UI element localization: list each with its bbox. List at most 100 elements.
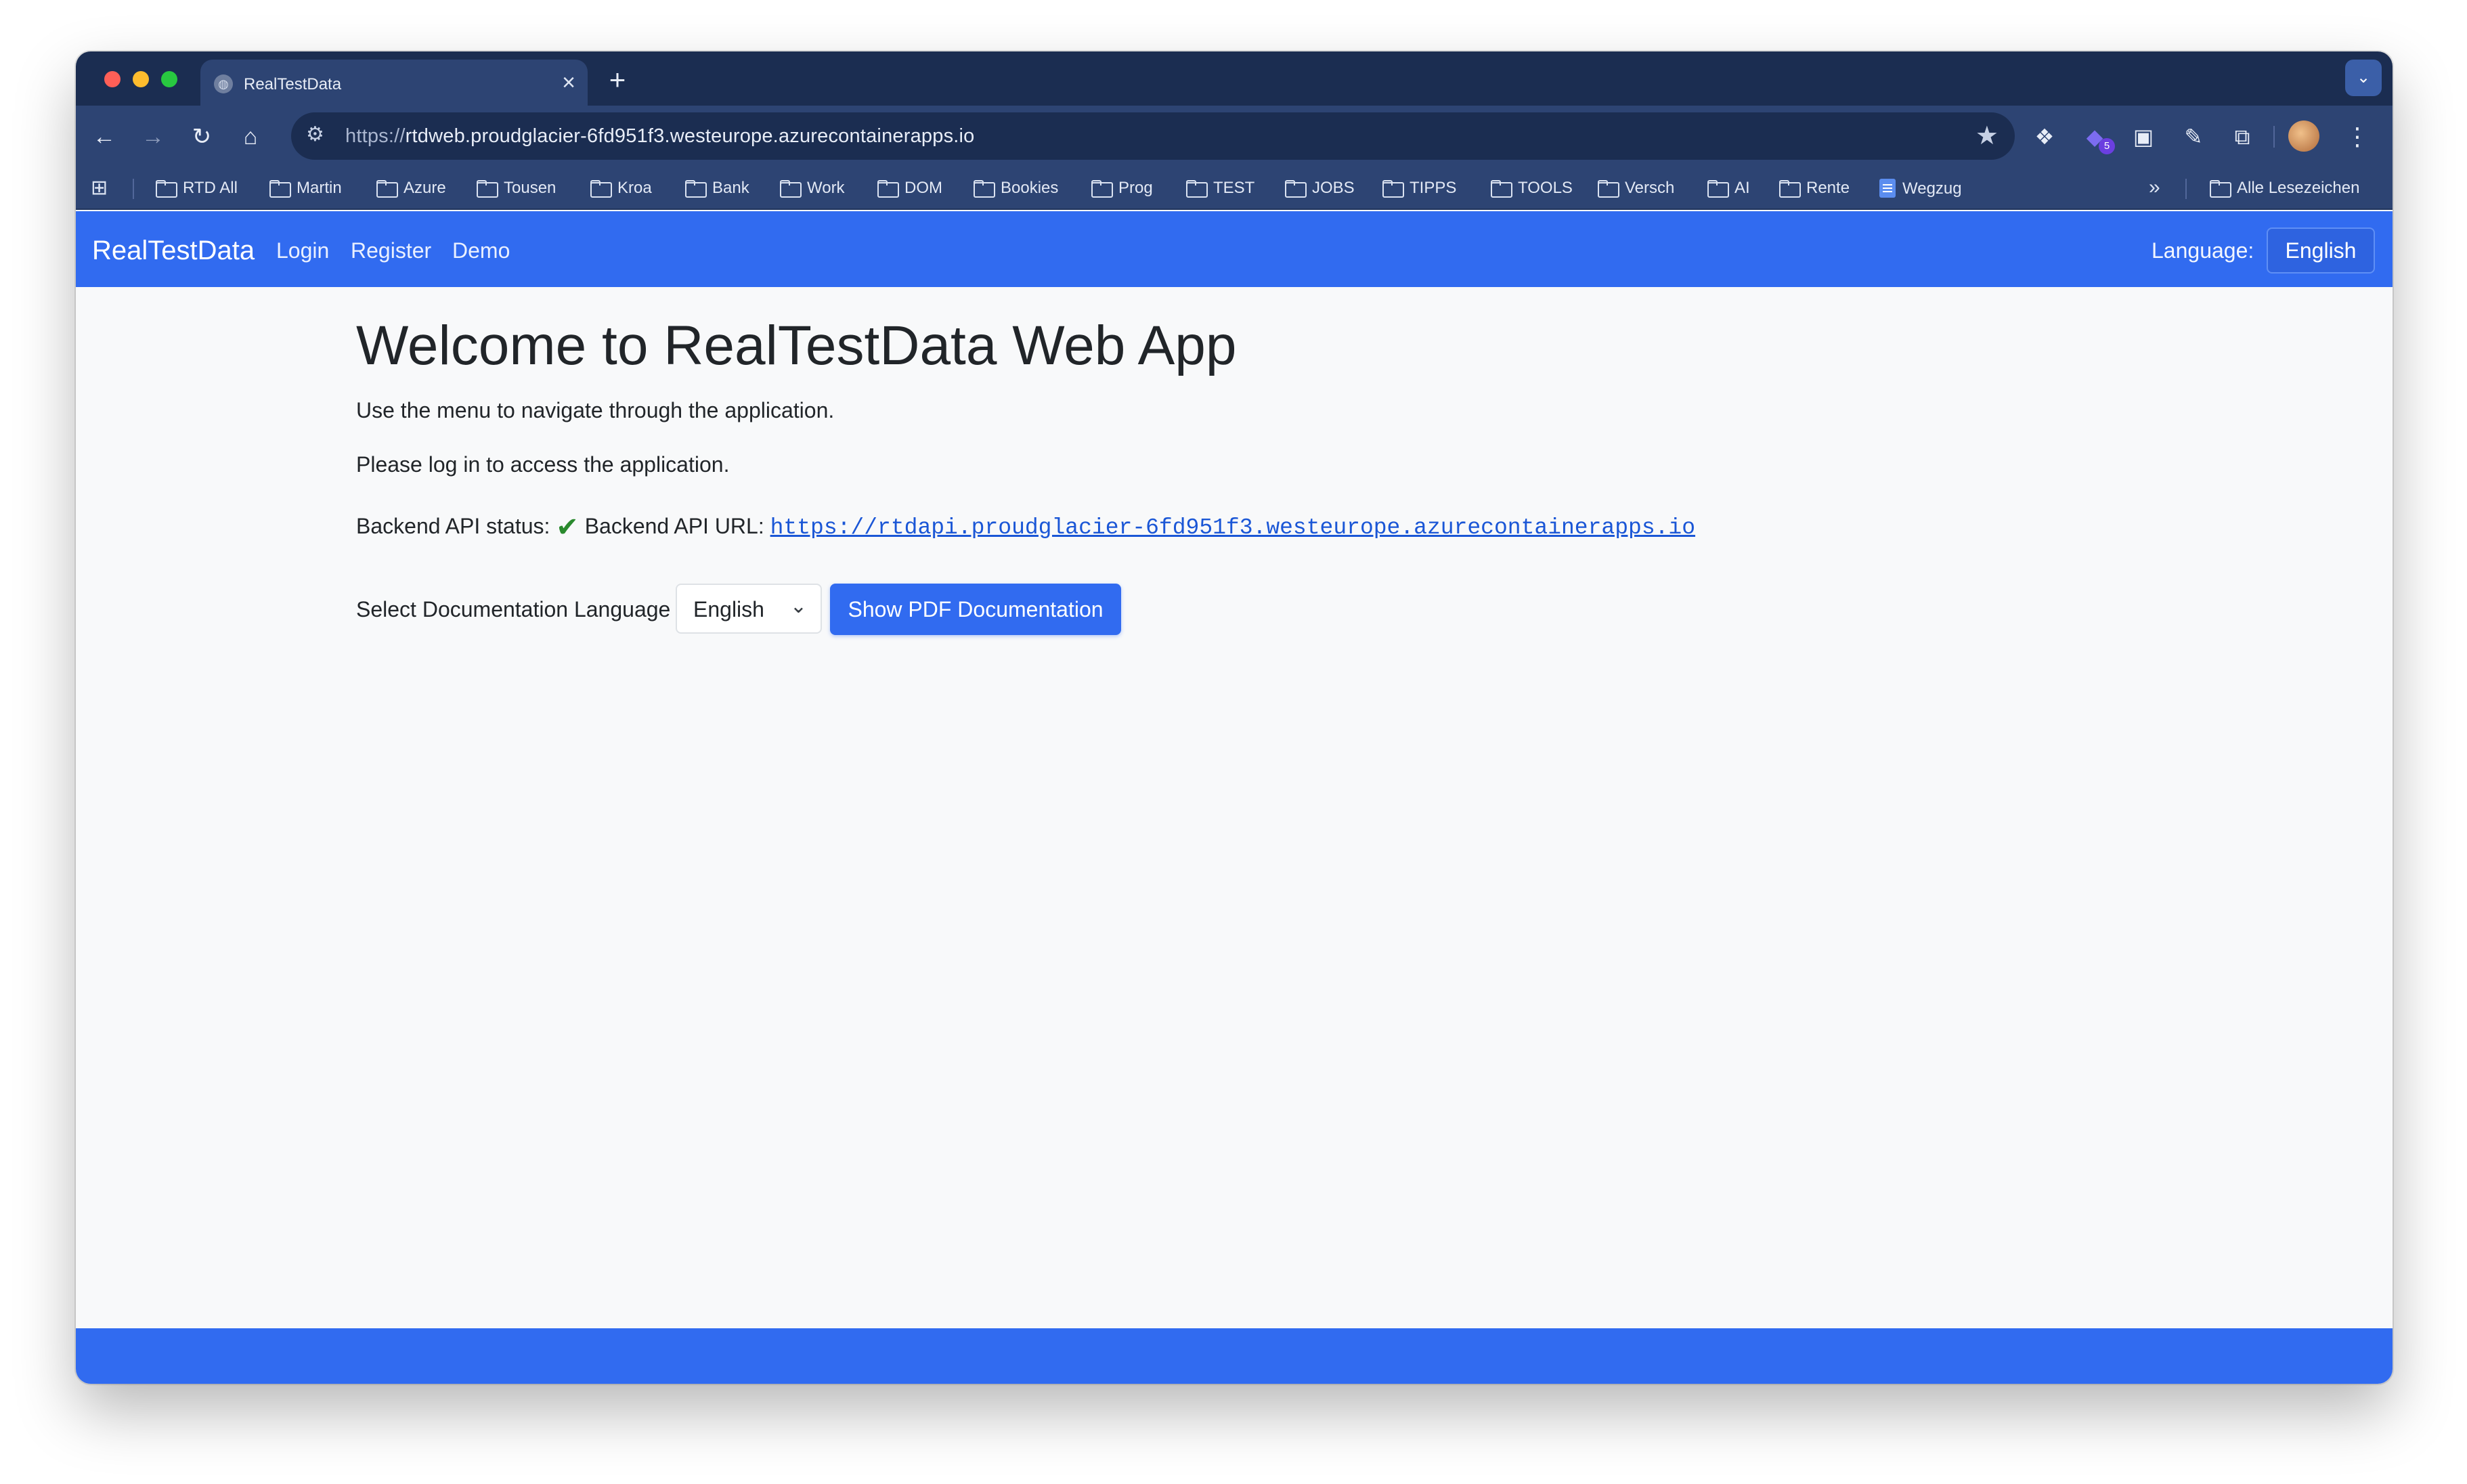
- nav-link-demo[interactable]: Demo: [452, 238, 510, 263]
- forward-button[interactable]: →: [134, 118, 172, 156]
- close-tab-icon[interactable]: ×: [562, 69, 575, 96]
- api-url-label: Backend API URL:: [584, 514, 764, 538]
- bookmark-label: Versch: [1625, 179, 1675, 197]
- extension-badge: 5: [2099, 138, 2115, 154]
- bookmark-bookies[interactable]: Bookies: [974, 179, 1058, 199]
- bookmark-work[interactable]: Work: [780, 179, 845, 199]
- app-footer: [76, 1328, 2393, 1384]
- eyedropper-icon: ✎: [2184, 125, 2203, 149]
- bookmark-rtd-all[interactable]: RTD All: [156, 179, 238, 199]
- url-scheme: https://: [345, 125, 406, 147]
- bookmark-versch[interactable]: Versch: [1598, 179, 1674, 199]
- bookmark-label: Kroa: [617, 179, 652, 197]
- folder-icon: [780, 180, 802, 198]
- doc-language-select[interactable]: English ⌄: [676, 584, 822, 634]
- reload-button[interactable]: ↻: [183, 118, 221, 156]
- minimize-window-button[interactable]: [133, 71, 149, 87]
- bookmark-ai[interactable]: AI: [1707, 179, 1750, 199]
- nav-link-register[interactable]: Register: [351, 238, 431, 263]
- new-tab-button[interactable]: +: [598, 61, 636, 99]
- folder-icon: [1707, 180, 1729, 198]
- bookmark-label: RTD All: [183, 179, 238, 197]
- folder-icon: [685, 180, 707, 198]
- bookmark-dom[interactable]: DOM: [877, 179, 942, 199]
- bookmark-label: Bookies: [1001, 179, 1059, 197]
- extension-badge-button[interactable]: ◆ 5: [2078, 121, 2115, 154]
- language-button[interactable]: English: [2267, 227, 2375, 274]
- document-icon: [1879, 179, 1896, 198]
- bookmark-label: TIPPS: [1410, 179, 1457, 197]
- extensions-menu-button[interactable]: ⧉: [2226, 121, 2258, 153]
- bookmark-kroa[interactable]: Kroa: [590, 179, 652, 199]
- app-navbar: RealTestData Login Register Demo Languag…: [76, 211, 2393, 287]
- bookmark-prog[interactable]: Prog: [1091, 179, 1153, 199]
- folder-icon: [1186, 180, 1208, 198]
- bookmarks-bar: ⊞ RTD All Martin Azure Tousen Kroa Bank Work DO…: [76, 167, 2393, 210]
- extension-eyedropper-button[interactable]: ✎: [2177, 121, 2210, 153]
- folder-icon: [1091, 180, 1113, 198]
- doc-language-label: Select Documentation Language: [356, 597, 671, 621]
- camera-icon: ▣: [2133, 125, 2154, 149]
- maximize-window-button[interactable]: [161, 71, 177, 87]
- bookmark-martin[interactable]: Martin: [269, 179, 342, 199]
- api-status-label: Backend API status:: [356, 514, 550, 538]
- main-content: Welcome to RealTestData Web App Use the …: [76, 287, 2393, 1328]
- bookmark-azure[interactable]: Azure: [376, 179, 446, 199]
- bookmark-bank[interactable]: Bank: [685, 179, 749, 199]
- bookmark-test[interactable]: TEST: [1186, 179, 1254, 199]
- bookmark-label: Martin: [297, 179, 342, 197]
- close-window-button[interactable]: [104, 71, 121, 87]
- extension-screenshot-button[interactable]: ▣: [2127, 121, 2160, 153]
- checkmark-icon: ✔: [556, 512, 579, 542]
- bookmark-label: Wegzug: [1902, 179, 1962, 198]
- bookmark-tipps[interactable]: TIPPS: [1382, 179, 1456, 199]
- bookmark-label: Rente: [1806, 179, 1850, 197]
- bookmark-wegzug[interactable]: Wegzug: [1879, 179, 1962, 199]
- bookmark-label: Azure: [403, 179, 446, 197]
- documentation-row: Select Documentation Language English ⌄ …: [356, 584, 1304, 635]
- folder-icon: [1598, 180, 1619, 198]
- puzzle-icon: ⧉: [2234, 125, 2250, 149]
- site-settings-icon[interactable]: ⚙: [306, 123, 324, 146]
- more-bookmarks-icon[interactable]: »: [2149, 176, 2160, 199]
- bookmark-label: DOM: [904, 179, 942, 197]
- bookmark-label: Bank: [712, 179, 749, 197]
- bookmark-jobs[interactable]: JOBS: [1285, 179, 1355, 199]
- folder-icon: [156, 180, 177, 198]
- browser-tab-active[interactable]: ◍ RealTestData ×: [200, 60, 588, 106]
- back-button[interactable]: ←: [85, 118, 123, 156]
- tab-search-button[interactable]: ⌄: [2345, 60, 2382, 96]
- api-url-link[interactable]: https://rtdapi.proudglacier-6fd951f3.wes…: [770, 515, 1695, 540]
- nav-link-login[interactable]: Login: [276, 238, 329, 263]
- language-label: Language:: [2152, 238, 2254, 263]
- chevron-down-icon: ⌄: [2356, 68, 2371, 87]
- home-button[interactable]: ⌂: [232, 118, 269, 156]
- bookmark-tools[interactable]: TOOLS: [1491, 179, 1573, 199]
- extension-diamond-icon: ❖: [2034, 125, 2055, 149]
- extension-puzzle-button[interactable]: ❖: [2028, 121, 2061, 153]
- bookmark-tousen[interactable]: Tousen: [477, 179, 556, 199]
- chevron-down-icon: ⌄: [789, 595, 807, 617]
- app-brand[interactable]: RealTestData: [92, 236, 255, 266]
- intro-text: Use the menu to navigate through the app…: [356, 398, 835, 422]
- bookmark-label: TOOLS: [1518, 179, 1573, 197]
- show-pdf-documentation-button[interactable]: Show PDF Documentation: [830, 584, 1121, 635]
- more-vertical-icon: ⋮: [2345, 123, 2370, 150]
- tab-strip: ◍ RealTestData × + ⌄: [76, 51, 2393, 106]
- address-bar[interactable]: ⚙ https://rtdweb.proudglacier-6fd951f3.w…: [291, 112, 2015, 160]
- all-bookmarks-folder[interactable]: Alle Lesezeichen: [2210, 179, 2359, 199]
- address-url[interactable]: https://rtdweb.proudglacier-6fd951f3.wes…: [345, 125, 975, 148]
- tab-title: RealTestData: [244, 75, 342, 93]
- folder-icon: [1779, 180, 1801, 198]
- bookmark-label: TEST: [1213, 179, 1255, 197]
- profile-avatar[interactable]: [2288, 121, 2319, 152]
- bookmark-rente[interactable]: Rente: [1779, 179, 1850, 199]
- arrow-right-icon: →: [141, 124, 165, 150]
- folder-icon: [376, 180, 398, 198]
- bookmark-star-icon[interactable]: ★: [1975, 121, 1999, 151]
- browser-menu-button[interactable]: ⋮: [2344, 118, 2371, 156]
- apps-grid-icon[interactable]: ⊞: [91, 176, 108, 200]
- folder-icon: [1382, 180, 1404, 198]
- bookmarks-divider: [133, 179, 134, 199]
- arrow-left-icon: ←: [93, 124, 116, 150]
